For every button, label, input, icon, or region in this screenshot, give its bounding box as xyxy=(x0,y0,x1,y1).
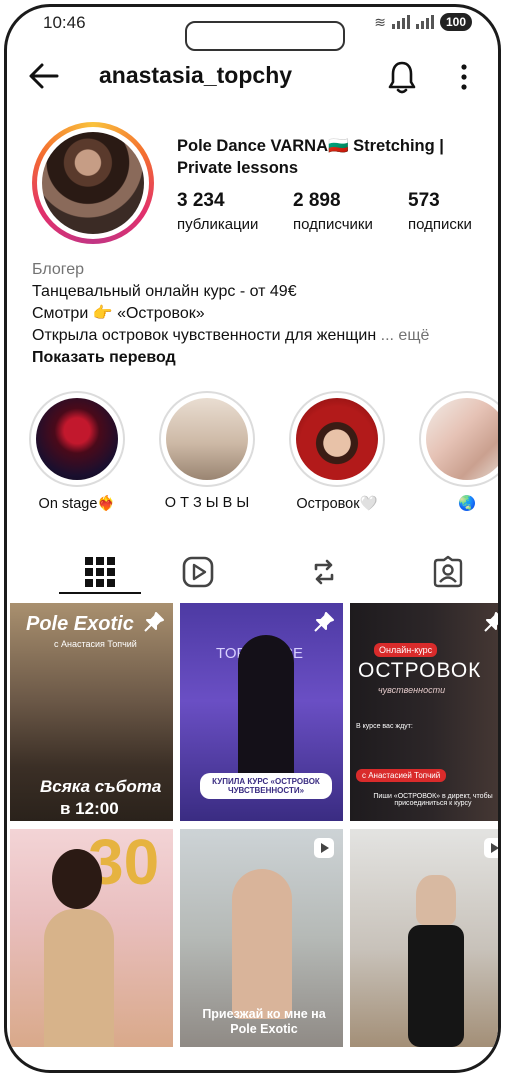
battery-indicator: 100 xyxy=(439,13,472,31)
stat-following-value: 573 xyxy=(408,190,440,211)
profile-username: anastasia_topchy xyxy=(99,62,293,88)
reposts-icon[interactable] xyxy=(307,555,341,589)
stat-following[interactable]: 573 подписки xyxy=(408,190,472,233)
wifi-icon: ≋ xyxy=(374,13,386,30)
show-translation-link[interactable]: Показать перевод xyxy=(32,347,482,369)
status-time: 10:46 xyxy=(43,13,86,32)
signal-icon-2 xyxy=(415,15,434,29)
reel-icon xyxy=(313,837,335,864)
highlight-label: Островок🤍 xyxy=(296,496,378,512)
post-figure xyxy=(408,925,464,1047)
post-tag: Онлайн-курс xyxy=(374,643,438,657)
camera-notch xyxy=(185,21,345,51)
reel-icon xyxy=(483,837,498,864)
signal-icon xyxy=(391,15,410,29)
back-arrow-icon[interactable] xyxy=(27,61,61,96)
post-caption: Всяка събота xyxy=(40,777,162,796)
profile-header: anastasia_topchy xyxy=(7,55,498,99)
stat-followers-label: подписчики xyxy=(293,216,373,233)
stat-posts-label: публикации xyxy=(177,216,259,233)
post-tag: с Анастасией Топчий xyxy=(356,769,447,782)
highlight-reviews[interactable]: О Т З Ы В Ы xyxy=(155,391,259,511)
post-caption: КУПИЛА КУРС «ОСТРОВОК ЧУВСТВЕННОСТИ» xyxy=(200,773,332,799)
bio-more-link[interactable]: ... ещё xyxy=(381,327,430,344)
profile-tabs xyxy=(7,547,498,597)
post-text: В курсе вас ждут: xyxy=(356,723,413,730)
stat-posts[interactable]: 3 234 публикации xyxy=(177,190,258,233)
grid-icon[interactable] xyxy=(83,555,117,589)
highlight-globe[interactable]: 🌏 xyxy=(415,391,498,512)
post-tile[interactable] xyxy=(350,829,498,1047)
pin-icon xyxy=(483,611,498,638)
highlight-label: О Т З Ы В Ы xyxy=(164,495,250,511)
post-tile[interactable]: Приезжай ко мне на Pole Exotic xyxy=(180,829,343,1047)
post-figure xyxy=(232,869,292,1019)
highlight-label: On stage❤️‍🔥 xyxy=(38,496,116,512)
highlight-label: 🌏 xyxy=(457,496,477,512)
avatar[interactable] xyxy=(32,122,154,244)
post-title: Pole Exotic xyxy=(26,613,134,635)
post-subtitle: с Анастасия Топчий xyxy=(54,639,137,649)
tagged-icon[interactable] xyxy=(431,555,465,589)
posts-grid: Pole Exotic с Анастасия Топчий Всяка съб… xyxy=(10,603,498,1070)
pin-icon xyxy=(313,611,335,638)
post-tile[interactable]: Pole Exotic с Анастасия Топчий Всяка съб… xyxy=(10,603,173,821)
profile-category: Блогер xyxy=(32,261,85,278)
profile-bio: Блогер Танцевальный онлайн курс - от 49€… xyxy=(32,259,482,369)
post-caption: в 12:00 xyxy=(60,799,119,818)
pin-icon xyxy=(143,611,165,638)
avatar-photo xyxy=(42,132,144,234)
highlight-cover xyxy=(426,398,498,480)
phone-frame: 10:46 ≋ 100 anastasia_topchy Pole Dance … xyxy=(4,4,501,1073)
status-icons: ≋ 100 xyxy=(374,13,472,31)
highlight-cover xyxy=(36,398,118,480)
post-subtitle: чувственности xyxy=(378,685,446,695)
post-tile[interactable]: Онлайн-курс ОСТРОВОК чувственности В кур… xyxy=(350,603,498,821)
post-tile[interactable]: 30 xyxy=(10,829,173,1047)
status-bar: 10:46 ≋ 100 xyxy=(7,7,498,51)
highlight-cover xyxy=(166,398,248,480)
reels-icon[interactable] xyxy=(181,555,215,589)
bio-line: Смотри 👉 «Островок» xyxy=(32,305,205,322)
highlight-ostrovok[interactable]: Островок🤍 xyxy=(285,391,389,512)
stat-following-label: подписки xyxy=(408,216,472,233)
stat-followers-value: 2 898 xyxy=(293,190,341,211)
highlight-cover xyxy=(296,398,378,480)
bio-line: Открыла островок чувственности для женщи… xyxy=(32,327,377,344)
active-tab-indicator xyxy=(59,592,141,594)
post-figure xyxy=(52,849,102,909)
profile-name: Pole Dance VARNA🇧🇬 Stretching | Private … xyxy=(177,137,444,177)
post-figure xyxy=(238,635,294,785)
post-caption: Пиши «ОСТРОВОК» в директ, чтобы присоеди… xyxy=(373,793,493,807)
bio-line: Танцевальный онлайн курс - от 49€ xyxy=(32,283,297,300)
post-tile[interactable]: TOP DANCE КУПИЛА КУРС «ОСТРОВОК ЧУВСТВЕН… xyxy=(180,603,343,821)
stat-followers[interactable]: 2 898 подписчики xyxy=(293,190,373,233)
post-title: ОСТРОВОК xyxy=(358,659,482,682)
stat-posts-value: 3 234 xyxy=(177,190,225,211)
more-options-icon[interactable] xyxy=(459,63,469,96)
post-figure xyxy=(416,875,456,925)
highlight-on-stage[interactable]: On stage❤️‍🔥 xyxy=(25,391,129,512)
post-figure xyxy=(44,909,114,1047)
post-caption: Приезжай ко мне на Pole Exotic xyxy=(202,1007,326,1036)
bell-icon[interactable] xyxy=(385,59,419,100)
